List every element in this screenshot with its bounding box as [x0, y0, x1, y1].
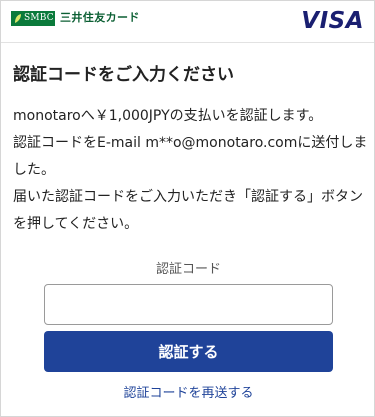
page-title: 認証コードをご入力ください	[13, 65, 234, 85]
visa-logo: VISA	[301, 8, 364, 34]
authentication-page: SMBC 三井住友カード VISA 認証コードをご入力ください monotaro…	[0, 0, 375, 417]
leaf-icon	[15, 14, 21, 23]
header-bar: SMBC 三井住友カード VISA	[1, 1, 374, 43]
code-input-label: 認証コード	[155, 262, 221, 277]
smbc-logo: SMBC	[11, 11, 55, 26]
resend-code-link[interactable]: 認証コードを再送する	[1, 384, 375, 404]
instructions-text: monotaroへ￥1,000JPYの支払いを認証します。 認証コードをE-ma…	[13, 103, 368, 238]
authenticate-button[interactable]: 認証する	[44, 331, 333, 372]
instruction-description: 届いた認証コードをご入力いただき「認証する」ボタンを押してください。	[13, 189, 363, 232]
auth-code-input[interactable]	[44, 284, 333, 325]
smbc-logo-text: SMBC	[24, 13, 54, 23]
code-sent-description: 認証コードをE-mail m**o@monotaro.comに送付しました。	[13, 135, 368, 178]
payment-description: monotaroへ￥1,000JPYの支払いを認証します。	[13, 108, 323, 124]
card-company-name: 三井住友カード	[60, 11, 140, 24]
